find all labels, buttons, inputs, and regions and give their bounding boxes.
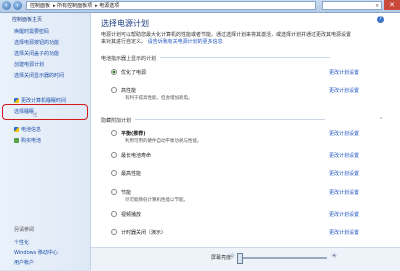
highlight-annotation: [2, 104, 88, 120]
change-plan-settings-link[interactable]: 更改计划设置: [329, 170, 359, 177]
search-input[interactable]: ⌕: [322, 1, 382, 10]
plan-radio[interactable]: [111, 189, 117, 195]
plan-row[interactable]: 计时器关闭（演示）: [111, 229, 166, 236]
plan-row[interactable]: 高性能 有利于提高性能，但会增加耗电。: [111, 87, 193, 101]
shield-icon: [14, 98, 19, 103]
page-title: 选择电源计划: [101, 19, 149, 28]
section-hidden-plans[interactable]: 隐藏附加计划: [101, 117, 326, 124]
sidebar-home-link[interactable]: 控制面板主页: [12, 16, 42, 23]
plan-radio[interactable]: [111, 69, 117, 75]
plan-radio[interactable]: [111, 152, 117, 158]
plan-radio[interactable]: [111, 170, 117, 176]
change-plan-settings-link[interactable]: 更改计划设置: [329, 211, 359, 218]
section-battery-plans: 电池指示器上显示的计划: [101, 55, 331, 62]
back-icon[interactable]: ‹: [2, 1, 11, 10]
sidebar: 控制面板主页 唤醒时需要密码 选择电源按钮的功能 选择关闭盖子的功能 创建电源计…: [0, 13, 91, 270]
divider: [135, 119, 326, 120]
close-button[interactable]: ✕: [384, 0, 400, 10]
main-panel: ? 选择电源计划 电源计划可以帮助您最大化计算机的性能或者节能。通过选择计划来将…: [91, 13, 400, 270]
breadcrumb-control-panel[interactable]: 控制面板: [30, 3, 50, 9]
page-description: 电源计划可以帮助您最大化计算机的性能或者节能。通过选择计划来将其激活，或选择计划…: [101, 32, 352, 45]
change-plan-settings-link[interactable]: 更改计划设置: [329, 189, 359, 196]
plan-radio[interactable]: [111, 130, 117, 136]
plan-row[interactable]: 优化了电源: [111, 69, 146, 76]
change-plan-settings-link[interactable]: 更改计划设置: [329, 152, 359, 159]
search-icon: ⌕: [375, 2, 379, 9]
divider: [160, 57, 331, 58]
collapse-icon[interactable]: ⌃: [379, 117, 383, 123]
plan-row[interactable]: 节能 尽可能降低计算机性能以节能。: [111, 189, 188, 203]
see-also-personalize[interactable]: 个性化: [14, 239, 29, 246]
forward-icon[interactable]: ›: [13, 1, 22, 10]
sidebar-item-power-button[interactable]: 选择电源按钮的功能: [14, 39, 59, 46]
brightness-low-icon: ☼: [229, 252, 236, 260]
shield-icon: [14, 127, 19, 132]
globe-icon: [14, 138, 19, 143]
plan-row[interactable]: 平衡(推荐) 利用可用的硬件自动平衡功耗与性能。: [111, 130, 202, 144]
brightness-high-icon: ☀: [331, 252, 338, 260]
learn-more-link[interactable]: 请告诉我有关电源计划的更多信息: [148, 39, 223, 45]
sidebar-item-buy-battery[interactable]: 购买电池: [14, 137, 41, 144]
change-plan-settings-link[interactable]: 更改计划设置: [329, 229, 359, 236]
brightness-slider[interactable]: [237, 253, 327, 264]
sidebar-item-battery-info[interactable]: 电池信息: [14, 126, 41, 133]
address-bar-row: ‹ › 控制面板 ▸ 所有控制面板项 ▸ 电源选项 ⌕ ✕: [0, 0, 400, 13]
address-bar[interactable]: 控制面板 ▸ 所有控制面板项 ▸ 电源选项: [26, 1, 316, 10]
sidebar-item-lid-action[interactable]: 选择关闭盖子的功能: [14, 50, 59, 57]
sidebar-item-sleep-time[interactable]: 更改计算机睡眠时间: [14, 97, 66, 104]
breadcrumb-all-items[interactable]: 所有控制面板项: [57, 3, 92, 9]
see-also-heading: 另请参阅: [14, 227, 35, 233]
brightness-bar: 屏幕亮度: ☼ ☀: [91, 247, 400, 271]
change-plan-settings-link[interactable]: 更改计划设置: [329, 87, 359, 94]
power-options-window: ‹ › 控制面板 ▸ 所有控制面板项 ▸ 电源选项 ⌕ ✕ 控制面板主页 唤醒时需要…: [0, 0, 400, 271]
plan-radio[interactable]: [111, 87, 117, 93]
sidebar-item-require-password[interactable]: 唤醒时需要密码: [14, 28, 49, 35]
plan-row[interactable]: 最高性能: [111, 170, 141, 177]
see-also-user-accounts[interactable]: 用户帐户: [14, 259, 34, 266]
plan-radio[interactable]: [111, 211, 117, 217]
see-also-mobility-center[interactable]: Windows 移动中心: [14, 249, 58, 256]
sidebar-item-create-plan[interactable]: 创建电源计划: [14, 61, 44, 68]
help-icon[interactable]: ?: [377, 16, 384, 23]
change-plan-settings-link[interactable]: 更改计划设置: [329, 69, 359, 76]
plan-row[interactable]: 最长电池寿命: [111, 152, 151, 159]
sidebar-item-display-off[interactable]: 选择关闭显示器的时间: [14, 72, 64, 79]
breadcrumb-power-options[interactable]: 电源选项: [99, 3, 119, 9]
change-plan-settings-link[interactable]: 更改计划设置: [329, 130, 359, 137]
plan-radio[interactable]: [111, 229, 117, 235]
mouse-cursor-icon: ☝: [33, 111, 38, 119]
plan-row[interactable]: 视频播放: [111, 211, 141, 218]
brightness-slider-thumb[interactable]: [237, 253, 243, 264]
